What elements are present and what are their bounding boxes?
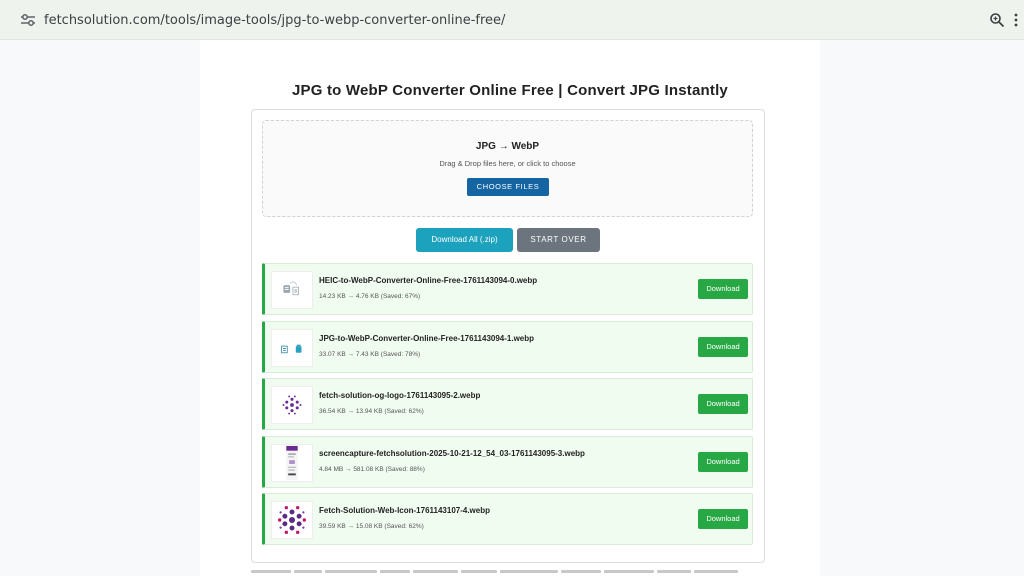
dropzone-subtitle: Drag & Drop files here, or click to choo… xyxy=(439,159,576,168)
dot-logo-large-icon xyxy=(277,505,307,535)
choose-files-button[interactable]: CHOOSE FILES xyxy=(467,178,549,196)
document-icons-thumbnail-icon xyxy=(283,281,300,296)
file-thumbnail xyxy=(271,386,313,424)
dot-logo-small-icon xyxy=(282,395,302,415)
file-name: HEIC-to-WebP-Converter-Online-Free-17611… xyxy=(319,276,538,285)
document-icons-thumbnail-icon xyxy=(281,344,302,354)
download-all-zip-button[interactable]: Download All (.zip) xyxy=(416,228,513,252)
start-over-button[interactable]: START OVER xyxy=(517,228,600,252)
file-row: Fetch-Solution-Web-Icon-1761143107-4.web… xyxy=(262,493,753,545)
description-paragraph-cutoff xyxy=(251,570,765,576)
download-button[interactable]: Download xyxy=(698,394,748,414)
file-row: screencapture-fetchsolution-2025-10-21-1… xyxy=(262,436,753,488)
file-size-info: 39.59 KB → 15.08 KB (Saved: 62%) xyxy=(319,523,424,530)
file-thumbnail xyxy=(271,501,313,539)
file-dropzone[interactable] xyxy=(262,120,753,217)
file-row: fetch-solution-og-logo-1761143095-2.webp… xyxy=(262,378,753,430)
address-bar[interactable]: fetchsolution.com/tools/image-tools/jpg-… xyxy=(0,0,1024,40)
file-row: HEIC-to-WebP-Converter-Online-Free-17611… xyxy=(262,263,753,315)
url-text[interactable]: fetchsolution.com/tools/image-tools/jpg-… xyxy=(44,13,505,28)
file-size-info: 36.54 KB → 13.94 KB (Saved: 62%) xyxy=(319,408,424,415)
download-button[interactable]: Download xyxy=(698,509,748,529)
file-name: screencapture-fetchsolution-2025-10-21-1… xyxy=(319,449,585,458)
file-name: fetch-solution-og-logo-1761143095-2.webp xyxy=(319,391,481,400)
site-settings-icon[interactable] xyxy=(20,13,36,27)
file-name: Fetch-Solution-Web-Icon-1761143107-4.web… xyxy=(319,506,491,515)
file-thumbnail xyxy=(271,444,313,482)
download-button[interactable]: Download xyxy=(698,452,748,472)
page-screenshot-thumbnail-icon xyxy=(286,445,298,481)
file-name: JPG-to-WebP-Converter-Online-Free-176114… xyxy=(319,334,535,343)
download-button[interactable]: Download xyxy=(698,279,748,299)
file-size-info: 4.84 MB → 581.08 KB (Saved: 88%) xyxy=(319,466,425,473)
file-thumbnail xyxy=(271,271,313,309)
file-size-info: 14.23 KB → 4.76 KB (Saved: 67%) xyxy=(319,293,421,300)
file-row: JPG-to-WebP-Converter-Online-Free-176114… xyxy=(262,321,753,373)
download-button[interactable]: Download xyxy=(698,337,748,357)
file-thumbnail xyxy=(271,329,313,367)
more-options-icon[interactable] xyxy=(1013,12,1019,28)
dropzone-title: JPG → WebP xyxy=(475,141,540,152)
page-title: JPG to WebP Converter Online Free | Conv… xyxy=(292,82,728,99)
zoom-icon[interactable] xyxy=(989,12,1005,28)
file-size-info: 33.07 KB → 7.43 KB (Saved: 78%) xyxy=(319,351,421,358)
